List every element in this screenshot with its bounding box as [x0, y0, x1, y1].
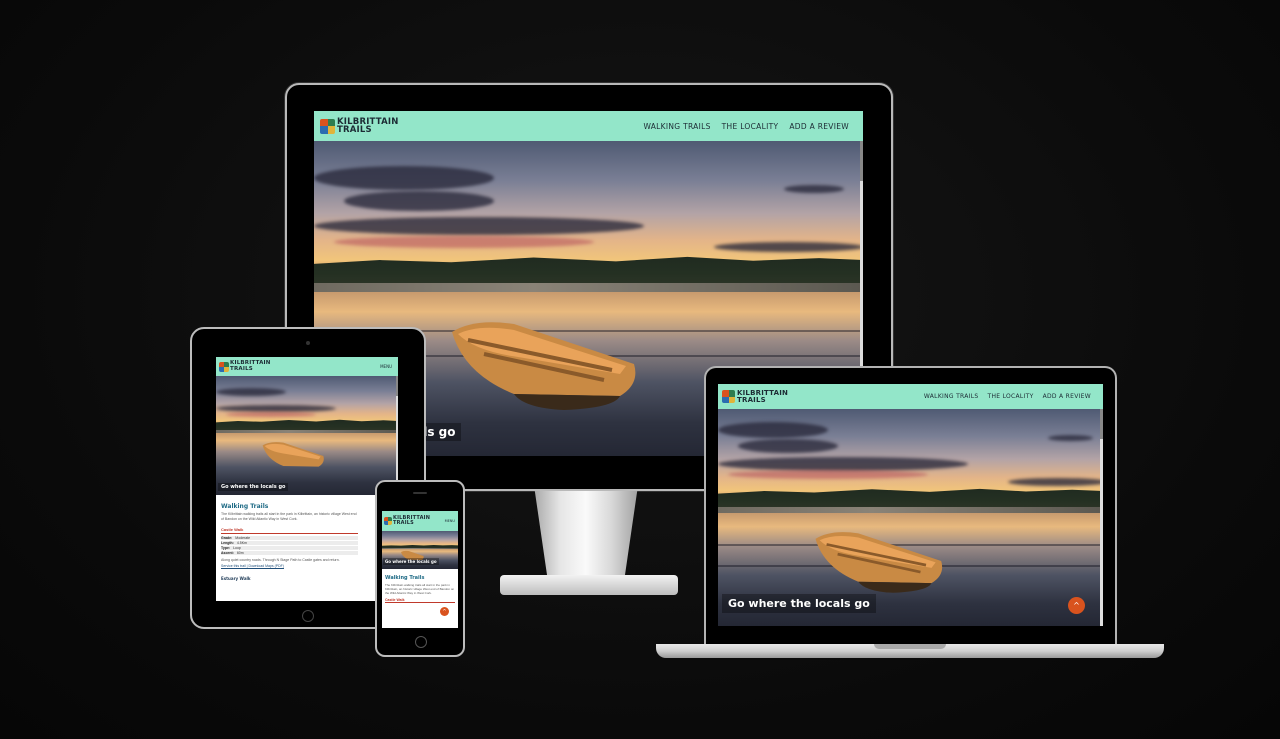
laptop-logo-shield-icon: [722, 390, 735, 403]
laptop-nav-walking-trails[interactable]: WALKING TRAILS: [924, 393, 979, 400]
tablet-walk1-title: Castle Walk: [221, 527, 358, 534]
phone-scroll-top-button[interactable]: ^: [440, 607, 449, 616]
phone-section-title: Walking Trails: [385, 575, 425, 581]
phone-logo-shield-icon: [384, 517, 392, 525]
laptop-nav-the-locality[interactable]: THE LOCALITY: [988, 393, 1034, 400]
laptop-logo-line2: TRAILS: [737, 395, 766, 404]
tablet-boat-illustration: [262, 441, 324, 467]
phone-logo-line2: TRAILS: [393, 520, 414, 526]
phone-device: KILBRITTAIN TRAILS MENU Go where the loc…: [375, 480, 465, 657]
tablet-section-title: Walking Trails: [221, 503, 269, 510]
tablet-logo[interactable]: KILBRITTAIN TRAILS: [219, 361, 271, 372]
tablet-detail-row: Ascent: 60m: [221, 550, 358, 555]
tablet-hero-caption: Go where the locals go: [218, 483, 289, 491]
tablet-walk1-links[interactable]: Service this trail | Download Maps (PDF): [221, 564, 358, 568]
tablet-hero-image: Go where the locals go: [216, 376, 398, 495]
boat-illustration: [452, 322, 636, 411]
phone-hero-caption: Go where the locals go: [383, 558, 439, 565]
tablet-navbar: KILBRITTAIN TRAILS MENU: [216, 357, 398, 376]
phone-walk1-title: Castle Walk: [385, 598, 455, 604]
laptop-hero-image: Go where the locals go ^: [718, 409, 1103, 626]
phone-speaker: [413, 492, 427, 494]
phone-hero-image: Go where the locals go: [382, 531, 458, 569]
laptop-lid: KILBRITTAIN TRAILS WALKING TRAILS THE LO…: [704, 366, 1117, 646]
laptop-scrollbar[interactable]: [1100, 409, 1103, 626]
phone-intro: The Kilbrittain walking trails all start…: [385, 583, 455, 596]
tablet-walk2-title: Estuary Walk: [221, 575, 251, 581]
laptop-screen: KILBRITTAIN TRAILS WALKING TRAILS THE LO…: [718, 384, 1103, 626]
laptop-nav: WALKING TRAILS THE LOCALITY ADD A REVIEW: [924, 393, 1091, 400]
desktop-navbar: KILBRITTAIN TRAILS WALKING TRAILS THE LO…: [314, 111, 863, 141]
phone-logo[interactable]: KILBRITTAIN TRAILS: [384, 516, 430, 526]
tablet-intro: The Kilbrittain walking trails all start…: [221, 512, 357, 521]
tablet-camera-icon: [306, 341, 310, 345]
tablet-walk1-desc: Along quiet country roads. Through N Sta…: [221, 557, 340, 562]
logo-shield-icon: [320, 118, 335, 134]
desktop-nav: WALKING TRAILS THE LOCALITY ADD A REVIEW: [643, 122, 849, 131]
monitor-base: [500, 575, 678, 595]
phone-screen: KILBRITTAIN TRAILS MENU Go where the loc…: [382, 511, 458, 628]
tablet-detail-row: Type: Loop: [221, 545, 358, 550]
tablet-screen: KILBRITTAIN TRAILS MENU Go where the loc…: [216, 357, 398, 601]
laptop-navbar: KILBRITTAIN TRAILS WALKING TRAILS THE LO…: [718, 384, 1103, 409]
monitor-stand: [534, 491, 638, 579]
site-logo[interactable]: KILBRITTAIN TRAILS: [320, 118, 399, 134]
tablet-content: Walking Trails The Kilbrittain walking t…: [216, 495, 398, 601]
nav-the-locality[interactable]: THE LOCALITY: [722, 122, 779, 131]
nav-add-a-review[interactable]: ADD A REVIEW: [789, 122, 849, 131]
laptop-logo[interactable]: KILBRITTAIN TRAILS: [722, 389, 788, 404]
phone-navbar: KILBRITTAIN TRAILS MENU: [382, 511, 458, 531]
tablet-logo-shield-icon: [219, 361, 229, 372]
laptop-boat-illustration: [815, 532, 943, 593]
tablet-detail-row: Grade: Moderate: [221, 535, 358, 540]
nav-walking-trails[interactable]: WALKING TRAILS: [643, 122, 710, 131]
tablet-home-button[interactable]: [302, 610, 314, 622]
laptop-hero-caption: Go where the locals go: [722, 594, 876, 613]
laptop-nav-add-a-review[interactable]: ADD A REVIEW: [1043, 393, 1091, 400]
phone-menu-button[interactable]: MENU: [445, 519, 455, 523]
tablet-menu-button[interactable]: MENU: [380, 364, 392, 369]
phone-content: Walking Trails The Kilbrittain walking t…: [382, 569, 458, 628]
tablet-detail-row: Length: 4.5Km: [221, 540, 358, 545]
laptop-notch: [874, 644, 946, 649]
phone-home-button[interactable]: [415, 636, 427, 648]
logo-line2: TRAILS: [337, 125, 372, 135]
laptop-scroll-top-button[interactable]: ^: [1068, 597, 1085, 614]
tablet-logo-line2: TRAILS: [230, 365, 253, 372]
